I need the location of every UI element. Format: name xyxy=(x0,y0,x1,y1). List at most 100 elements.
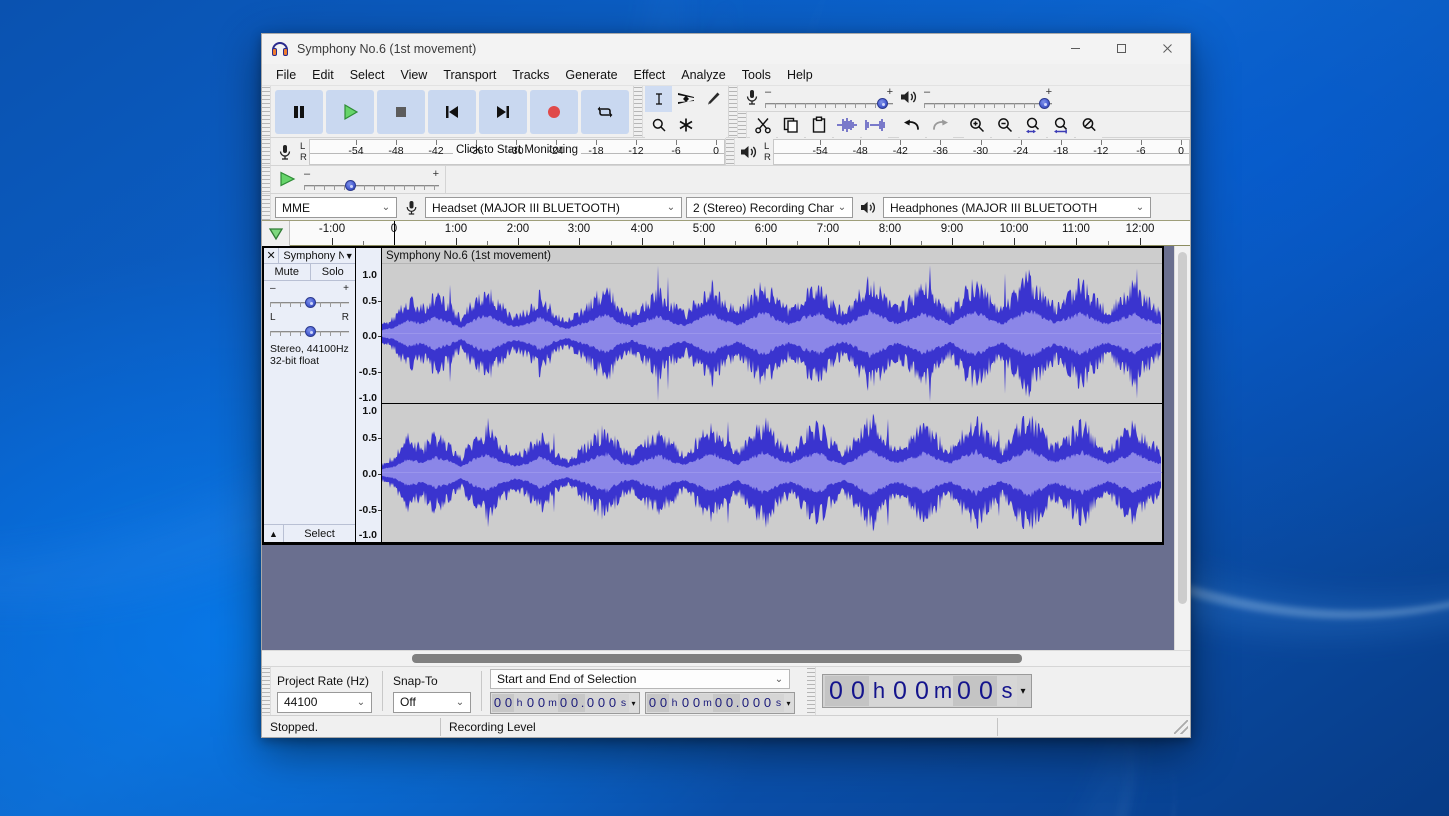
selection-mode-select[interactable]: Start and End of Selection ⌄ xyxy=(490,669,790,689)
tools-toolbar-grip[interactable] xyxy=(634,86,643,137)
play-button[interactable] xyxy=(326,90,374,134)
recording-volume-slider[interactable]: – + xyxy=(765,88,893,109)
copy-button[interactable] xyxy=(778,112,804,138)
snap-to-select[interactable]: Off ⌄ xyxy=(393,692,471,713)
track-control-panel[interactable]: ✕ Symphony N ▼ Mute Solo – xyxy=(264,248,356,542)
end-hours-ones[interactable]: 0 xyxy=(658,694,669,712)
menu-generate[interactable]: Generate xyxy=(557,66,625,84)
position-minutes-ones[interactable]: 0 xyxy=(911,676,933,706)
gain-slider[interactable]: – + xyxy=(264,281,355,308)
start-hours-tens[interactable]: 0 xyxy=(492,694,503,712)
start-minutes-ones[interactable]: 0 xyxy=(536,694,547,712)
transport-toolbar-grip[interactable] xyxy=(262,86,271,137)
start-minutes-tens[interactable]: 0 xyxy=(525,694,536,712)
position-hours-ones[interactable]: 0 xyxy=(847,676,869,706)
menu-tools[interactable]: Tools xyxy=(734,66,779,84)
menu-help[interactable]: Help xyxy=(779,66,821,84)
recording-volume-thumb[interactable] xyxy=(877,98,888,109)
position-hours-tens[interactable]: 0 xyxy=(825,676,847,706)
menu-view[interactable]: View xyxy=(392,66,435,84)
zoom-out-button[interactable] xyxy=(992,112,1018,138)
time-toolbar-grip[interactable] xyxy=(807,667,816,715)
start-hours-ones[interactable]: 0 xyxy=(503,694,514,712)
playback-meter-grip[interactable] xyxy=(726,138,735,165)
waveform-channel-right[interactable] xyxy=(382,403,1162,541)
play-speed-grip[interactable] xyxy=(262,166,271,193)
selection-end-time[interactable]: 0 0 h 0 0 m 0 0 . 0 0 0 s ▾ xyxy=(645,692,795,714)
playback-meter-toolbar[interactable]: LR -54-48-42-36-30-24-18-12-60 xyxy=(735,138,1190,166)
edit-toolbar-grip[interactable] xyxy=(738,112,747,138)
resize-grip-icon[interactable] xyxy=(1174,720,1188,734)
device-toolbar-grip[interactable] xyxy=(262,194,271,220)
position-minutes-tens[interactable]: 0 xyxy=(889,676,911,706)
project-rate-select[interactable]: 44100 ⌄ xyxy=(277,692,372,713)
waveform-channel-left[interactable] xyxy=(382,264,1162,403)
vertical-scrollbar[interactable] xyxy=(1174,246,1190,650)
start-ms-tens[interactable]: 0 xyxy=(596,694,607,712)
recording-channels-select[interactable]: 2 (Stereo) Recording Chann ⌄ xyxy=(686,197,853,218)
playback-device-select[interactable]: Headphones (MAJOR III BLUETOOTH ⌄ xyxy=(883,197,1151,218)
stereo-track[interactable]: ✕ Symphony N ▼ Mute Solo – xyxy=(262,246,1164,544)
tracks-viewport[interactable]: ✕ Symphony N ▼ Mute Solo – xyxy=(262,246,1174,650)
zoom-in-button[interactable] xyxy=(964,112,990,138)
playback-volume-thumb[interactable] xyxy=(1039,98,1050,109)
zoom-toggle-button[interactable] xyxy=(1076,112,1102,138)
menu-effect[interactable]: Effect xyxy=(626,66,674,84)
zoom-tool[interactable] xyxy=(645,112,672,138)
end-minutes-tens[interactable]: 0 xyxy=(680,694,691,712)
position-seconds-ones[interactable]: 0 xyxy=(975,676,997,706)
timeline-ruler[interactable]: -1:0001:002:003:004:005:006:007:008:009:… xyxy=(290,221,1190,246)
undo-button[interactable] xyxy=(899,112,925,138)
menu-analyze[interactable]: Analyze xyxy=(673,66,733,84)
silence-selection-button[interactable] xyxy=(862,112,888,138)
selection-start-time[interactable]: 0 0 h 0 0 m 0 0 . 0 0 0 s ▾ xyxy=(490,692,640,714)
pinned-play-head-icon[interactable] xyxy=(262,221,290,246)
paste-button[interactable] xyxy=(806,112,832,138)
end-ms-tens[interactable]: 0 xyxy=(751,694,762,712)
select-track-button[interactable]: Select xyxy=(284,525,355,542)
minimize-button[interactable] xyxy=(1052,34,1098,64)
start-seconds-ones[interactable]: 0 xyxy=(569,694,580,712)
end-seconds-tens[interactable]: 0 xyxy=(713,694,724,712)
track-title-row[interactable]: ✕ Symphony N ▼ xyxy=(264,248,355,264)
vertical-scrollbar-thumb[interactable] xyxy=(1178,252,1187,604)
end-minutes-ones[interactable]: 0 xyxy=(691,694,702,712)
recording-device-select[interactable]: Headset (MAJOR III BLUETOOTH) ⌄ xyxy=(425,197,682,218)
loop-button[interactable] xyxy=(581,90,629,134)
skip-to-start-button[interactable] xyxy=(428,90,476,134)
start-ms-ones[interactable]: 0 xyxy=(607,694,618,712)
pan-slider[interactable]: L R xyxy=(264,308,355,337)
end-ms-ones[interactable]: 0 xyxy=(762,694,773,712)
stop-button[interactable] xyxy=(377,90,425,134)
close-icon[interactable]: ✕ xyxy=(264,248,279,263)
menu-select[interactable]: Select xyxy=(342,66,393,84)
menu-file[interactable]: File xyxy=(268,66,304,84)
skip-to-end-button[interactable] xyxy=(479,90,527,134)
collapse-track-icon[interactable]: ▲ xyxy=(264,525,284,542)
pause-button[interactable] xyxy=(275,90,323,134)
selection-tool[interactable] xyxy=(645,86,672,112)
title-bar[interactable]: Symphony No.6 (1st movement) xyxy=(262,34,1190,64)
solo-button[interactable]: Solo xyxy=(310,264,356,280)
close-button[interactable] xyxy=(1144,34,1190,64)
menu-transport[interactable]: Transport xyxy=(435,66,504,84)
trim-outside-selection-button[interactable] xyxy=(834,112,860,138)
cut-button[interactable] xyxy=(750,112,776,138)
multi-tool[interactable] xyxy=(672,112,699,138)
start-ms-hundreds[interactable]: 0 xyxy=(585,694,596,712)
menu-tracks[interactable]: Tracks xyxy=(504,66,557,84)
start-time-stepper[interactable]: ▾ xyxy=(629,699,638,708)
fit-project-button[interactable] xyxy=(1048,112,1074,138)
playback-volume-slider[interactable]: – + xyxy=(924,88,1052,109)
mute-button[interactable]: Mute xyxy=(264,264,310,280)
draw-tool[interactable] xyxy=(699,86,726,112)
menu-edit[interactable]: Edit xyxy=(304,66,342,84)
gain-slider-thumb[interactable] xyxy=(305,297,316,308)
end-seconds-ones[interactable]: 0 xyxy=(724,694,735,712)
redo-button[interactable] xyxy=(927,112,953,138)
mixer-toolbar-grip[interactable] xyxy=(729,86,738,137)
playback-meter-bars[interactable]: -54-48-42-36-30-24-18-12-60 xyxy=(773,139,1190,165)
position-stepper[interactable]: ▾ xyxy=(1017,686,1029,697)
pan-slider-thumb[interactable] xyxy=(305,326,316,337)
selection-toolbar-grip[interactable] xyxy=(262,667,271,715)
